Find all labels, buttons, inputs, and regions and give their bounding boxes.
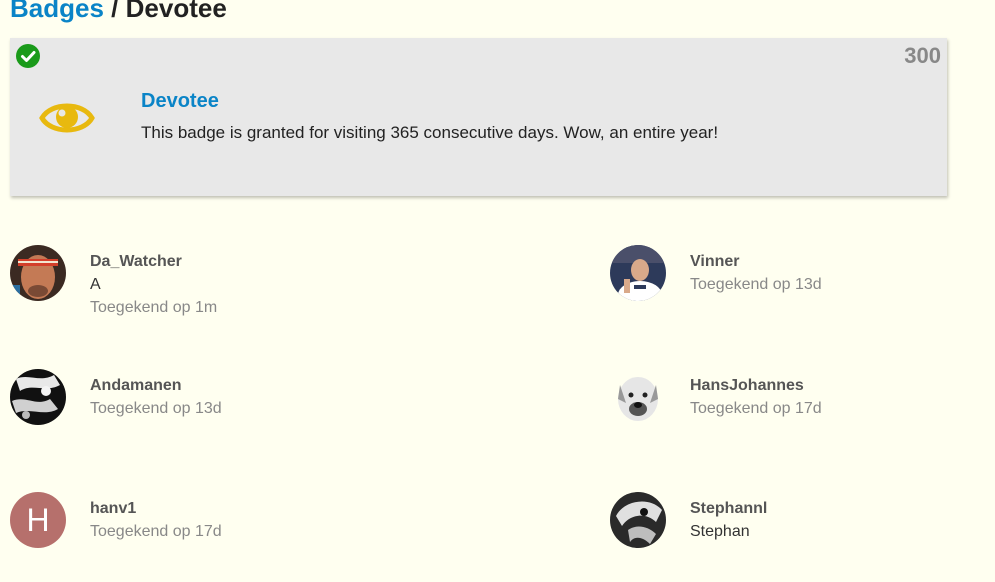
user-title: Stephan: [690, 523, 750, 540]
granted-date: Toegekend op 17d: [690, 400, 822, 417]
user-title: A: [90, 276, 101, 293]
badge-description: This badge is granted for visiting 365 c…: [141, 123, 719, 142]
user-card: Da_Watcher A Toegekend op 1m: [10, 245, 390, 335]
avatar[interactable]: [10, 245, 66, 301]
breadcrumb: Badges / Devotee: [10, 0, 227, 26]
granted-date: Toegekend op 17d: [90, 523, 222, 540]
user-card: HansJohannes Toegekend op 17d: [610, 369, 990, 459]
granted-date: Toegekend op 13d: [90, 400, 222, 417]
username-link[interactable]: Vinner: [690, 253, 740, 271]
granted-date: Toegekend op 1m: [90, 299, 218, 316]
avatar[interactable]: [10, 369, 66, 425]
username-link[interactable]: Stephannl: [690, 500, 767, 518]
user-card: Vinner Toegekend op 13d: [610, 245, 990, 335]
username-link[interactable]: hanv1: [90, 500, 136, 518]
eye-icon: [39, 103, 95, 133]
username-link[interactable]: Da_Watcher: [90, 253, 182, 271]
username-link[interactable]: HansJohannes: [690, 377, 804, 395]
avatar[interactable]: H: [10, 492, 66, 548]
badge-card: 300 Devotee This badge is granted for vi…: [10, 38, 947, 196]
avatar[interactable]: [610, 492, 666, 548]
badges-link[interactable]: Badges: [10, 0, 104, 23]
avatar-letter: H: [26, 502, 50, 538]
granted-date: Toegekend op 13d: [690, 276, 822, 293]
user-card: H hanv1 Toegekend op 17d: [10, 492, 390, 582]
check-circle-icon: [16, 44, 40, 68]
avatar[interactable]: [610, 245, 666, 301]
granted-count: 300: [904, 43, 941, 68]
badge-name-link[interactable]: Devotee: [141, 90, 219, 113]
avatar[interactable]: [610, 369, 666, 425]
username-link[interactable]: Andamanen: [90, 377, 182, 395]
page-title: Devotee: [125, 0, 227, 23]
user-card: Stephannl Stephan: [610, 492, 990, 582]
user-card: Andamanen Toegekend op 13d: [10, 369, 390, 459]
breadcrumb-separator: /: [111, 0, 119, 23]
